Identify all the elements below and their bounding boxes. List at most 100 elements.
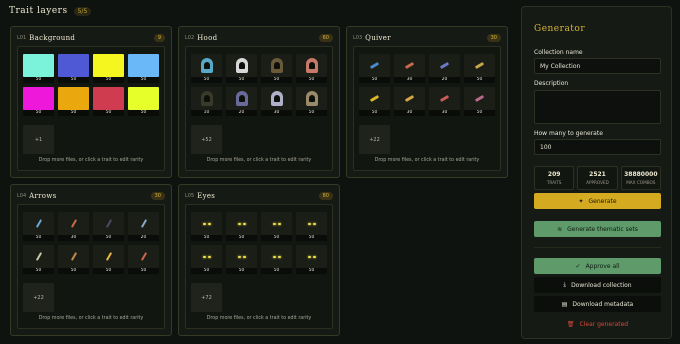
- trait-rarity: 30: [394, 110, 425, 116]
- trait-tile[interactable]: 50: [23, 245, 54, 274]
- more-traits-tile[interactable]: +22: [359, 125, 390, 154]
- trait-rarity: 50: [128, 77, 159, 83]
- collection-name-input[interactable]: My Collection: [534, 58, 661, 74]
- trait-tile[interactable]: 50: [23, 212, 54, 241]
- trait-tile[interactable]: 50: [128, 54, 159, 83]
- more-traits-tile[interactable]: +52: [191, 125, 222, 154]
- trait-tile[interactable]: 50: [261, 54, 292, 83]
- collection-name-label: Collection name: [534, 49, 583, 56]
- trait-tile[interactable]: 50: [359, 54, 390, 83]
- trait-tile[interactable]: 50: [296, 87, 327, 116]
- trait-image: [226, 54, 257, 77]
- trait-tile[interactable]: 50: [296, 212, 327, 241]
- trait-image: [128, 54, 159, 77]
- layer-panel-hood: L02 Hood 60 50 50 50 50 10 20 30 50 +52 Drop more fi…: [178, 26, 340, 178]
- trait-tile[interactable]: 50: [191, 245, 222, 274]
- trait-tile[interactable]: 50: [226, 245, 257, 274]
- stat-approved-value: 2521: [589, 171, 606, 178]
- trait-tile[interactable]: 50: [128, 87, 159, 116]
- trait-tile[interactable]: 50: [296, 54, 327, 83]
- trait-tile[interactable]: 50: [296, 245, 327, 274]
- layer-code: L05: [185, 193, 195, 199]
- trait-rarity: 30: [261, 110, 292, 116]
- trait-tile[interactable]: 30: [429, 87, 460, 116]
- more-traits-tile[interactable]: +1: [23, 125, 54, 154]
- download-collection-button[interactable]: ⤓ Download collection: [534, 277, 661, 293]
- trait-tile[interactable]: 50: [191, 212, 222, 241]
- trait-image: [261, 212, 292, 235]
- trait-tile[interactable]: 30: [394, 87, 425, 116]
- trait-rarity: 50: [93, 110, 124, 116]
- trait-tile[interactable]: 50: [93, 87, 124, 116]
- trait-tile[interactable]: 50: [226, 212, 257, 241]
- trait-tile[interactable]: 50: [261, 212, 292, 241]
- trait-tile[interactable]: 50: [93, 212, 124, 241]
- trait-rarity: 50: [226, 77, 257, 83]
- trait-tile[interactable]: 50: [58, 87, 89, 116]
- trait-rarity: 50: [23, 235, 54, 241]
- trait-tile[interactable]: 50: [226, 54, 257, 83]
- trait-tile[interactable]: 20: [429, 54, 460, 83]
- trait-image: [261, 87, 292, 110]
- layer-name: Quiver: [365, 34, 391, 42]
- layer-header: L04 Arrows 30: [17, 192, 165, 200]
- approve-all-button[interactable]: ✓ Approve all: [534, 258, 661, 274]
- trait-tile[interactable]: 30: [58, 212, 89, 241]
- generate-thematic-button[interactable]: ≋ Generate thematic sets: [534, 221, 661, 237]
- trait-image: [359, 54, 390, 77]
- trait-image: [58, 212, 89, 235]
- trait-tile[interactable]: 50: [58, 54, 89, 83]
- trait-tile[interactable]: 50: [191, 54, 222, 83]
- description-textarea[interactable]: [534, 90, 661, 124]
- trait-tile[interactable]: 50: [261, 245, 292, 274]
- generate-button[interactable]: ✦ Generate: [534, 193, 661, 209]
- trait-image: [464, 87, 495, 110]
- trait-rarity: 50: [23, 77, 54, 83]
- page-title: Trait layers: [9, 6, 68, 16]
- trait-image: [128, 212, 159, 235]
- trait-tile[interactable]: 50: [464, 54, 495, 83]
- layer-code: L03: [353, 35, 363, 41]
- description-label: Description: [534, 80, 569, 87]
- trait-tile[interactable]: 10: [191, 87, 222, 116]
- generator-panel: Generator Collection name My Collection …: [521, 6, 672, 339]
- stat-max-combos-value: 38880000: [624, 171, 658, 178]
- sparkles-icon: ✦: [578, 197, 584, 205]
- layer-header: L02 Hood 60: [185, 34, 333, 42]
- trait-tile[interactable]: 50: [464, 87, 495, 116]
- clear-generated-button[interactable]: 🗑 Clear generated: [534, 316, 661, 332]
- trait-rarity: 50: [58, 110, 89, 116]
- layer-panel-quiver: L03 Quiver 30 50 30 20 50 50 30 30 50 +22 Drop more …: [346, 26, 508, 178]
- trait-tile[interactable]: 50: [128, 245, 159, 274]
- layer-header: L01 Background 9: [17, 34, 165, 42]
- trait-image: [23, 87, 54, 110]
- trait-tile[interactable]: 50: [23, 87, 54, 116]
- generate-thematic-label: Generate thematic sets: [567, 225, 638, 233]
- check-icon: ✓: [575, 262, 581, 270]
- trait-tile[interactable]: 50: [93, 245, 124, 274]
- trait-rarity: 20: [128, 235, 159, 241]
- trait-tile[interactable]: 50: [23, 54, 54, 83]
- layer-count-badge: 80: [318, 192, 333, 200]
- more-traits-tile[interactable]: +72: [191, 283, 222, 312]
- trait-image: [261, 245, 292, 268]
- trait-rarity: 50: [226, 268, 257, 274]
- trait-rarity: 50: [464, 77, 495, 83]
- download-metadata-button[interactable]: ▤ Download metadata: [534, 296, 661, 312]
- how-many-input[interactable]: 100: [534, 139, 661, 155]
- layer-name: Eyes: [197, 192, 216, 200]
- trait-tile[interactable]: 20: [226, 87, 257, 116]
- trait-tile[interactable]: 50: [58, 245, 89, 274]
- trait-tile[interactable]: 30: [394, 54, 425, 83]
- more-traits-tile[interactable]: +22: [23, 283, 54, 312]
- trait-image: [23, 212, 54, 235]
- trait-tile[interactable]: 20: [128, 212, 159, 241]
- drop-hint: Drop more files, or click a trait to edi…: [38, 316, 144, 321]
- trait-image: [226, 245, 257, 268]
- trait-tile[interactable]: 30: [261, 87, 292, 116]
- trait-tile[interactable]: 50: [93, 54, 124, 83]
- trait-tile[interactable]: 50: [359, 87, 390, 116]
- trait-image: [93, 212, 124, 235]
- trait-rarity: 50: [261, 77, 292, 83]
- trait-rarity: 50: [23, 268, 54, 274]
